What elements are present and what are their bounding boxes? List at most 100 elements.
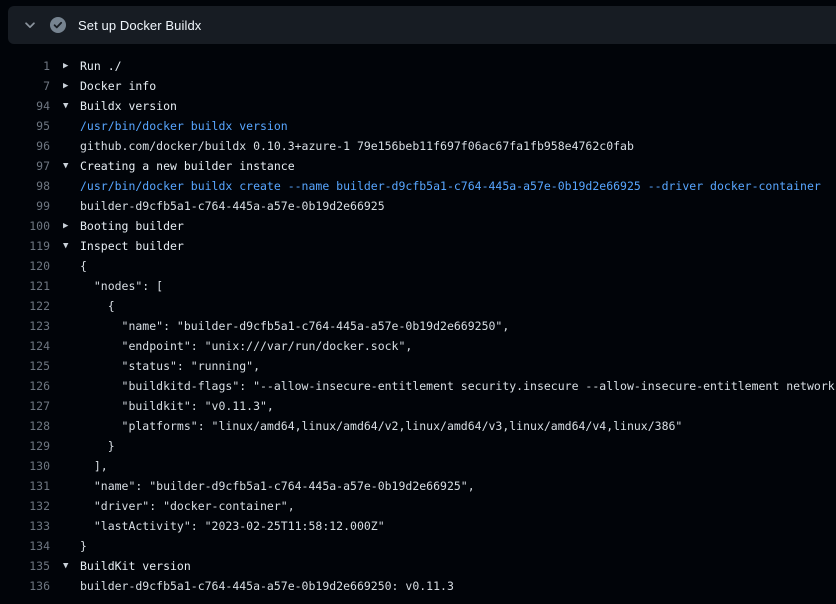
output-text: { bbox=[80, 256, 87, 276]
line-number[interactable]: 100 bbox=[0, 216, 50, 236]
output-text: "nodes": [ bbox=[80, 276, 163, 296]
log-line: 122 { bbox=[0, 296, 836, 316]
line-number[interactable]: 131 bbox=[0, 476, 50, 496]
step-header[interactable]: Set up Docker Buildx bbox=[8, 6, 836, 44]
caret-spacer bbox=[50, 576, 80, 596]
line-number[interactable]: 126 bbox=[0, 376, 50, 396]
caret-down-icon[interactable]: ▼ bbox=[50, 556, 80, 576]
log-line: 96 github.com/docker/buildx 0.10.3+azure-… bbox=[0, 136, 836, 156]
line-number[interactable]: 134 bbox=[0, 536, 50, 556]
line-number[interactable]: 133 bbox=[0, 516, 50, 536]
caret-right-icon[interactable]: ▶ bbox=[50, 76, 80, 96]
output-text: "name": "builder-d9cfb5a1-c764-445a-a57e… bbox=[80, 476, 475, 496]
log-line: 128 "platforms": "linux/amd64,linux/amd6… bbox=[0, 416, 836, 436]
line-number[interactable]: 136 bbox=[0, 576, 50, 596]
log-line: 130 ], bbox=[0, 456, 836, 476]
line-number[interactable]: 120 bbox=[0, 256, 50, 276]
caret-spacer bbox=[50, 496, 80, 516]
actions-log-viewer: Set up Docker Buildx 1▶Run ./7▶Docker in… bbox=[0, 0, 836, 604]
log-line: 132 "driver": "docker-container", bbox=[0, 496, 836, 516]
line-number[interactable]: 127 bbox=[0, 396, 50, 416]
caret-spacer bbox=[50, 336, 80, 356]
line-number[interactable]: 128 bbox=[0, 416, 50, 436]
caret-spacer bbox=[50, 296, 80, 316]
caret-down-icon[interactable]: ▼ bbox=[50, 156, 80, 176]
line-number[interactable]: 124 bbox=[0, 336, 50, 356]
command-text: /usr/bin/docker buildx create --name bui… bbox=[80, 176, 821, 196]
output-text: } bbox=[80, 536, 87, 556]
log-line: 124 "endpoint": "unix:///var/run/docker.… bbox=[0, 336, 836, 356]
caret-spacer bbox=[50, 256, 80, 276]
line-number[interactable]: 122 bbox=[0, 296, 50, 316]
group-title: Docker info bbox=[80, 76, 156, 96]
log-line: 95/usr/bin/docker buildx version bbox=[0, 116, 836, 136]
log-line: 131 "name": "builder-d9cfb5a1-c764-445a-… bbox=[0, 476, 836, 496]
log-line: 129 } bbox=[0, 436, 836, 456]
line-number[interactable]: 95 bbox=[0, 116, 50, 136]
line-number[interactable]: 97 bbox=[0, 156, 50, 176]
output-text: "name": "builder-d9cfb5a1-c764-445a-a57e… bbox=[80, 316, 509, 336]
log-line: 120 { bbox=[0, 256, 836, 276]
line-number[interactable]: 129 bbox=[0, 436, 50, 456]
chevron-down-icon[interactable] bbox=[22, 17, 38, 33]
line-number[interactable]: 135 bbox=[0, 556, 50, 576]
caret-spacer bbox=[50, 476, 80, 496]
log-group-row[interactable]: 1▶Run ./ bbox=[0, 56, 836, 76]
line-number[interactable]: 94 bbox=[0, 96, 50, 116]
log-line: 123 "name": "builder-d9cfb5a1-c764-445a-… bbox=[0, 316, 836, 336]
caret-down-icon[interactable]: ▼ bbox=[50, 236, 80, 256]
caret-spacer bbox=[50, 416, 80, 436]
caret-down-icon[interactable]: ▼ bbox=[50, 96, 80, 116]
line-number[interactable]: 132 bbox=[0, 496, 50, 516]
caret-spacer bbox=[50, 116, 80, 136]
line-number[interactable]: 123 bbox=[0, 316, 50, 336]
caret-spacer bbox=[50, 376, 80, 396]
log-line: 99 builder-d9cfb5a1-c764-445a-a57e-0b19d2… bbox=[0, 196, 836, 216]
line-number[interactable]: 119 bbox=[0, 236, 50, 256]
line-number[interactable]: 96 bbox=[0, 136, 50, 156]
log-group-row[interactable]: 135▼BuildKit version bbox=[0, 556, 836, 576]
log-group-row[interactable]: 7▶Docker info bbox=[0, 76, 836, 96]
log-group-row[interactable]: 119▼Inspect builder bbox=[0, 236, 836, 256]
group-title: Creating a new builder instance bbox=[80, 156, 295, 176]
caret-right-icon[interactable]: ▶ bbox=[50, 216, 80, 236]
output-text: github.com/docker/buildx 0.10.3+azure-1 … bbox=[80, 136, 634, 156]
group-title: Booting builder bbox=[80, 216, 184, 236]
log-group-row[interactable]: 100▶Booting builder bbox=[0, 216, 836, 236]
caret-spacer bbox=[50, 396, 80, 416]
line-number[interactable]: 130 bbox=[0, 456, 50, 476]
group-title: BuildKit version bbox=[80, 556, 191, 576]
log-group-row[interactable]: 94▼Buildx version bbox=[0, 96, 836, 116]
log-group-row[interactable]: 97▼Creating a new builder instance bbox=[0, 156, 836, 176]
line-number[interactable]: 99 bbox=[0, 196, 50, 216]
line-number[interactable]: 1 bbox=[0, 56, 50, 76]
caret-spacer bbox=[50, 456, 80, 476]
log-line: 134} bbox=[0, 536, 836, 556]
caret-spacer bbox=[50, 196, 80, 216]
output-text: "driver": "docker-container", bbox=[80, 496, 295, 516]
output-text: ], bbox=[80, 456, 108, 476]
line-number[interactable]: 7 bbox=[0, 76, 50, 96]
log-line: 133 "lastActivity": "2023-02-25T11:58:12… bbox=[0, 516, 836, 536]
line-number[interactable]: 125 bbox=[0, 356, 50, 376]
log-line: 121 "nodes": [ bbox=[0, 276, 836, 296]
output-text: builder-d9cfb5a1-c764-445a-a57e-0b19d2e6… bbox=[80, 196, 385, 216]
group-title: Inspect builder bbox=[80, 236, 184, 256]
caret-spacer bbox=[50, 536, 80, 556]
log-line: 136builder-d9cfb5a1-c764-445a-a57e-0b19d… bbox=[0, 576, 836, 596]
caret-spacer bbox=[50, 136, 80, 156]
log-lines-container: 1▶Run ./7▶Docker info94▼Buildx version95… bbox=[0, 44, 836, 596]
log-line: 126 "buildkitd-flags": "--allow-insecure… bbox=[0, 376, 836, 396]
log-line: 125 "status": "running", bbox=[0, 356, 836, 376]
output-text: "buildkitd-flags": "--allow-insecure-ent… bbox=[80, 376, 836, 396]
line-number[interactable]: 121 bbox=[0, 276, 50, 296]
output-text: "endpoint": "unix:///var/run/docker.sock… bbox=[80, 336, 412, 356]
output-text: "platforms": "linux/amd64,linux/amd64/v2… bbox=[80, 416, 682, 436]
output-text: "lastActivity": "2023-02-25T11:58:12.000… bbox=[80, 516, 385, 536]
command-text: /usr/bin/docker buildx version bbox=[80, 116, 288, 136]
caret-spacer bbox=[50, 436, 80, 456]
group-title: Buildx version bbox=[80, 96, 177, 116]
caret-right-icon[interactable]: ▶ bbox=[50, 56, 80, 76]
log-line: 98/usr/bin/docker buildx create --name b… bbox=[0, 176, 836, 196]
line-number[interactable]: 98 bbox=[0, 176, 50, 196]
